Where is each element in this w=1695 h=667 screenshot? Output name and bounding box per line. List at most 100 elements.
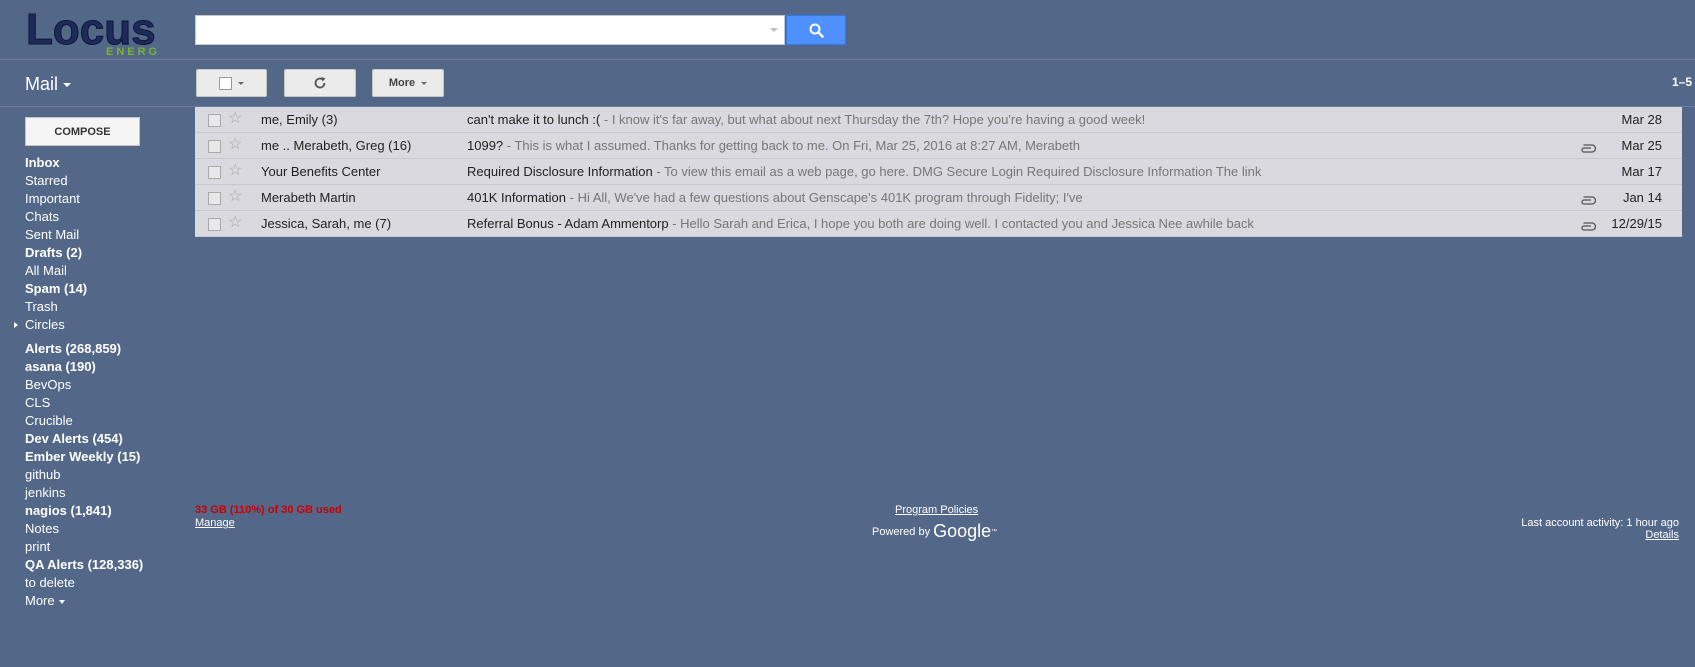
row-checkbox[interactable]: [208, 218, 221, 231]
email-row[interactable]: ☆ Your Benefits Center Required Disclosu…: [195, 159, 1682, 185]
email-subject: 1099?: [467, 138, 504, 153]
email-snippet: - Hello Sarah and Erica, I hope you both…: [668, 216, 1254, 231]
row-checkbox[interactable]: [208, 114, 221, 127]
search-button[interactable]: [786, 15, 846, 45]
message-list: ☆ me, Emily (3) can't make it to lunch :…: [195, 107, 1682, 237]
label-notes[interactable]: Notes: [25, 520, 165, 538]
label-ember-weekly[interactable]: Ember Weekly (15): [25, 448, 165, 466]
email-subject-line: Referral Bonus - Adam Ammentorp - Hello …: [467, 216, 1647, 231]
email-sender: Your Benefits Center: [261, 164, 381, 179]
email-subject-line: 401K Information - Hi All, We've had a f…: [467, 190, 1647, 205]
last-activity-text: Last account activity: 1 hour ago: [1521, 517, 1679, 529]
label-asana[interactable]: asana (190): [25, 358, 165, 376]
mail-title-label: Mail: [25, 74, 59, 94]
sidebar-item-drafts[interactable]: Drafts (2): [25, 244, 165, 262]
email-subject-line: 1099? - This is what I assumed. Thanks f…: [467, 138, 1647, 153]
chevron-down-icon: [58, 599, 65, 604]
row-checkbox[interactable]: [208, 192, 221, 205]
row-checkbox[interactable]: [208, 140, 221, 153]
label-print[interactable]: print: [25, 538, 165, 556]
sidebar-item-inbox[interactable]: Inbox: [25, 154, 165, 172]
email-snippet: - Hi All, We've had a few questions abou…: [566, 190, 1083, 205]
label-alerts[interactable]: Alerts (268,859): [25, 340, 165, 358]
star-icon[interactable]: ☆: [228, 213, 242, 233]
compose-button[interactable]: COMPOSE: [25, 117, 140, 146]
account-activity: Last account activity: 1 hour ago Detail…: [1521, 517, 1679, 541]
header-divider: [0, 59, 1695, 60]
chevron-down-icon: [238, 81, 244, 85]
star-icon[interactable]: ☆: [228, 135, 242, 155]
star-icon[interactable]: ☆: [228, 109, 242, 129]
mail-menu[interactable]: Mail: [25, 74, 72, 95]
label-dev-alerts[interactable]: Dev Alerts (454): [25, 430, 165, 448]
label-bevops[interactable]: BevOps: [25, 376, 165, 394]
google-logo: Google: [933, 521, 992, 541]
label-crucible[interactable]: Crucible: [25, 412, 165, 430]
email-subject: Required Disclosure Information: [467, 164, 653, 179]
email-subject: Referral Bonus - Adam Ammentorp: [467, 216, 669, 231]
label-nagios[interactable]: nagios (1,841): [25, 502, 165, 520]
sidebar-item-trash[interactable]: Trash: [25, 298, 165, 316]
sidebar-item-starred[interactable]: Starred: [25, 172, 165, 190]
sidebar-item-all-mail[interactable]: All Mail: [25, 262, 165, 280]
email-date: Jan 14: [1622, 190, 1662, 205]
email-row[interactable]: ☆ me .. Merabeth, Greg (16) 1099? - This…: [195, 133, 1682, 159]
email-subject: can't make it to lunch :(: [467, 112, 601, 127]
more-actions-button[interactable]: More: [372, 69, 444, 97]
locus-energy-logo[interactable]: Locus ENERGY: [26, 4, 168, 59]
email-date: Mar 28: [1621, 112, 1662, 127]
sidebar-more-label: More: [25, 593, 55, 608]
email-subject-line: can't make it to lunch :( - I know it's …: [467, 112, 1647, 127]
expand-arrow-icon[interactable]: [14, 322, 18, 328]
label-jenkins[interactable]: jenkins: [25, 484, 165, 502]
trademark-mark: ™: [991, 528, 998, 535]
email-row[interactable]: ☆ me, Emily (3) can't make it to lunch :…: [195, 107, 1682, 133]
email-subject-line: Required Disclosure Information - To vie…: [467, 164, 1647, 179]
email-snippet: - This is what I assumed. Thanks for get…: [503, 138, 1080, 153]
email-row[interactable]: ☆ Merabeth Martin 401K Information - Hi …: [195, 185, 1682, 211]
email-date: Mar 17: [1621, 164, 1662, 179]
sidebar-item-important[interactable]: Important: [25, 190, 165, 208]
logo-sub: ENERGY: [106, 46, 160, 56]
select-all-button[interactable]: [196, 69, 267, 97]
star-icon[interactable]: ☆: [228, 187, 242, 207]
email-snippet: - To view this email as a web page, go h…: [652, 164, 1262, 179]
search-input[interactable]: [195, 15, 785, 45]
sidebar-item-sent-mail[interactable]: Sent Mail: [25, 226, 165, 244]
email-sender: Jessica, Sarah, me (7): [261, 216, 392, 231]
row-checkbox[interactable]: [208, 166, 221, 179]
sidebar-more[interactable]: More: [25, 592, 165, 610]
email-sender: me, Emily (3): [261, 112, 338, 127]
program-policies-link[interactable]: Program Policies: [895, 504, 978, 516]
attachment-icon: [1580, 219, 1597, 234]
email-date: 12/29/15: [1611, 216, 1662, 231]
more-actions-label: More: [388, 77, 416, 89]
email-row[interactable]: ☆ Jessica, Sarah, me (7) Referral Bonus …: [195, 211, 1682, 237]
storage-usage: 33 GB (110%) of 30 GB used: [195, 504, 342, 516]
attachment-icon: [1580, 141, 1597, 156]
chevron-down-icon: [63, 83, 72, 88]
powered-by: Powered by Google ™: [872, 521, 997, 542]
label-qa-alerts[interactable]: QA Alerts (128,336): [25, 556, 165, 574]
star-icon[interactable]: ☆: [228, 161, 242, 181]
manage-storage-link[interactable]: Manage: [195, 517, 235, 529]
sidebar-item-spam[interactable]: Spam (14): [25, 280, 165, 298]
email-sender: me .. Merabeth, Greg (16): [261, 138, 412, 153]
activity-details-link[interactable]: Details: [1521, 529, 1679, 541]
search-options-caret-icon[interactable]: [770, 28, 778, 32]
label-github[interactable]: github: [25, 466, 165, 484]
attachment-icon: [1580, 193, 1597, 208]
email-sender: Merabeth Martin: [261, 190, 356, 205]
sidebar-item-chats[interactable]: Chats: [25, 208, 165, 226]
label-cls[interactable]: CLS: [25, 394, 165, 412]
email-subject: 401K Information: [467, 190, 567, 205]
checkbox-icon: [219, 76, 232, 90]
search-icon: [809, 23, 824, 38]
chevron-down-icon: [421, 81, 428, 85]
email-date: Mar 25: [1621, 138, 1662, 153]
sidebar-item-circles[interactable]: Circles: [25, 316, 165, 334]
label-to-delete[interactable]: to delete: [25, 574, 165, 592]
pagination-range: 1–5: [1671, 75, 1692, 89]
powered-by-label: Powered by: [872, 525, 931, 538]
refresh-button[interactable]: [284, 69, 356, 97]
